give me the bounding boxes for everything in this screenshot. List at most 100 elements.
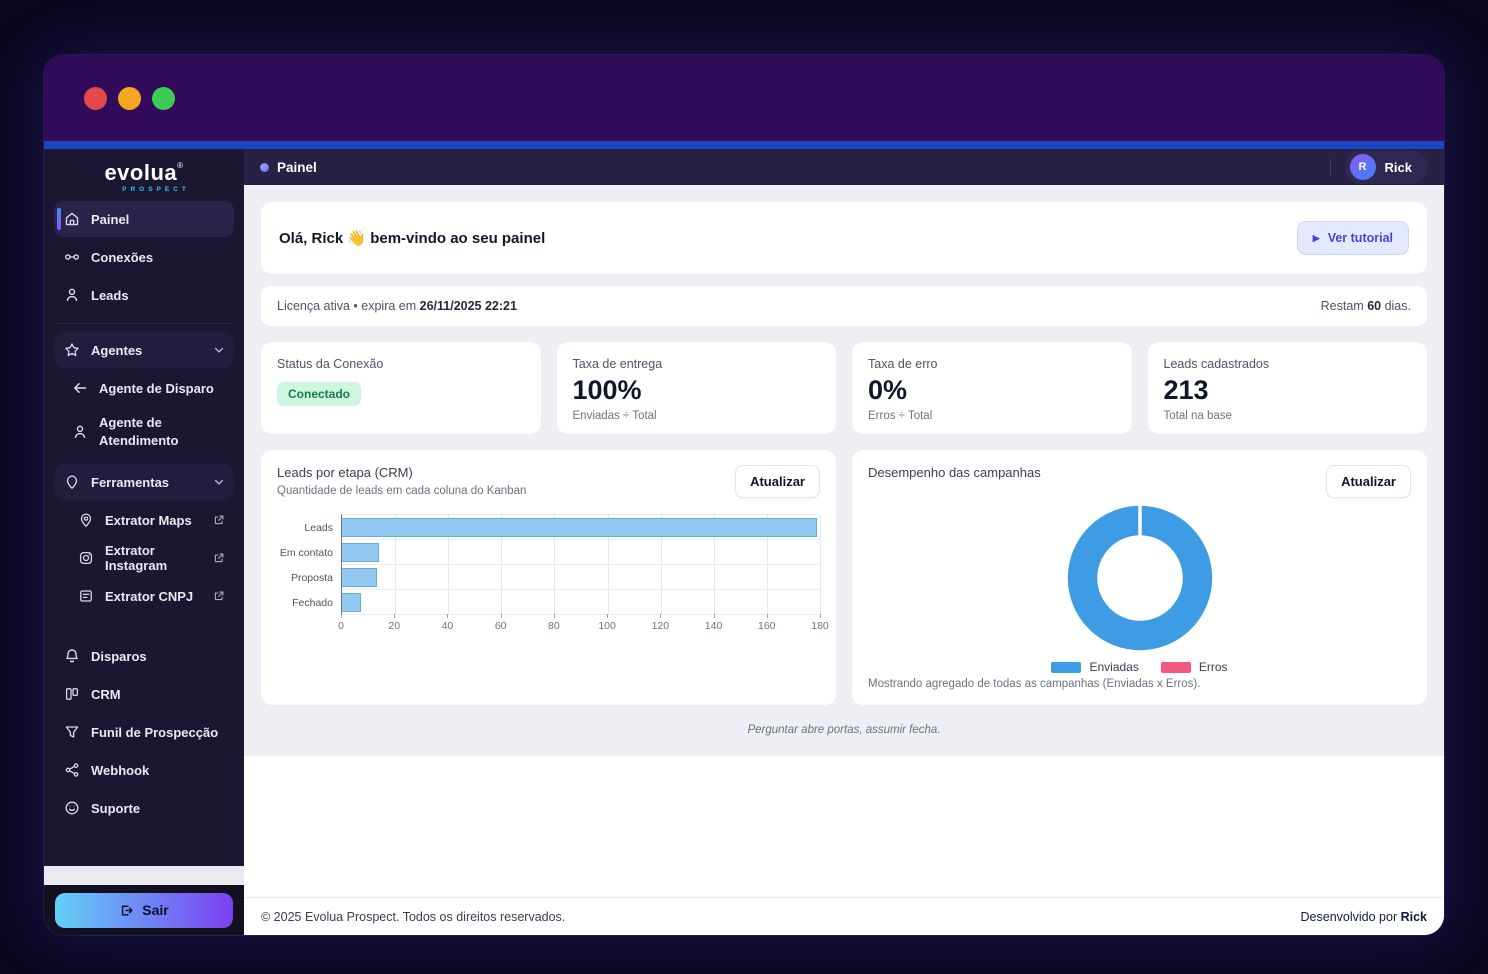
stat-label: Status da Conexão	[277, 357, 384, 371]
tutorial-button-label: Ver tutorial	[1327, 231, 1393, 245]
bar-fechado	[342, 592, 361, 612]
sidebar-item-funil-de-prospeccao[interactable]: Funil de Prospecção	[54, 714, 234, 750]
window-minimize-button[interactable]	[118, 86, 141, 110]
bar-category-label: Proposta	[290, 571, 333, 584]
tick-mark	[447, 614, 449, 618]
welcome-title: Olá, Rick 👋 bem-vindo ao seu painel	[279, 230, 546, 247]
sidebar-item-label: Webhook	[91, 762, 150, 778]
stat-subtext: Erros ÷ Total	[868, 409, 933, 422]
donut-chart-refresh-button[interactable]: Atualizar	[1326, 465, 1411, 498]
external-link-icon	[213, 514, 225, 526]
sidebar-item-crm[interactable]: CRM	[54, 676, 234, 712]
bar-chart-title: Leads por etapa (CRM)	[277, 465, 413, 480]
share-icon	[63, 762, 80, 779]
bar-row	[342, 540, 820, 565]
window-close-button[interactable]	[84, 86, 107, 110]
bar-chart-refresh-button[interactable]: Atualizar	[735, 465, 820, 498]
sidebar-item-label: Painel	[91, 211, 130, 227]
sidebar-item-suporte[interactable]: Suporte	[54, 790, 234, 826]
play-icon: ▶	[1312, 232, 1320, 243]
stat-value: 213	[1163, 375, 1209, 405]
sidebar-item-leads[interactable]: Leads	[54, 277, 234, 313]
copyright-text: © 2025 Evolua Prospect. Todos os direito…	[261, 909, 566, 924]
donut-svg	[1067, 502, 1212, 651]
developer-credit: Desenvolvido por Rick	[1301, 910, 1427, 924]
status-dot-icon	[260, 162, 269, 172]
days-suffix: dias.	[1381, 299, 1411, 313]
active-indicator	[57, 208, 61, 230]
bar-chart-header: Leads por etapa (CRM) Quantidade de lead…	[277, 465, 526, 497]
axis-tick-label: 80	[548, 620, 560, 632]
bar-category-label: Em contato	[279, 546, 333, 559]
logo-word: evolua	[104, 160, 178, 185]
axis-tick-label: 160	[758, 620, 776, 632]
sidebar-item-label: Extrator CNPJ	[105, 588, 194, 604]
bar-row	[342, 590, 820, 615]
tick-mark	[607, 614, 609, 618]
sidebar-item-label: Funil de Prospecção	[91, 724, 219, 740]
tick-mark	[713, 614, 715, 618]
tick-mark	[341, 614, 342, 618]
external-link-icon	[213, 590, 225, 602]
document-icon	[77, 588, 94, 605]
dashboard-content: Olá, Rick 👋 bem-vindo ao seu painel ▶ Ve…	[244, 185, 1444, 756]
bar-chart-labels: Leads Em contato Proposta Fechado	[277, 514, 341, 634]
axis-tick-label: 0	[338, 620, 344, 632]
sidebar-item-label: Agente de Disparo	[99, 380, 214, 396]
motivational-quote: Perguntar abre portas, assumir fecha.	[747, 724, 941, 736]
pin-icon	[63, 474, 80, 491]
axis-tick-label: 60	[494, 620, 507, 632]
days-prefix: Restam	[1320, 299, 1368, 313]
page-title: Painel	[277, 159, 317, 175]
sidebar-item-disparos[interactable]: Disparos	[54, 638, 234, 674]
axis-tick-label: 120	[651, 620, 670, 632]
home-icon	[63, 211, 80, 228]
sidebar-item-webhook[interactable]: Webhook	[54, 752, 234, 788]
sidebar-item-extrator-cnpj[interactable]: Extrator CNPJ	[68, 578, 234, 614]
stats-row: Status da Conexão Conectado Taxa de entr…	[260, 341, 1428, 435]
legend-label: Erros	[1198, 660, 1228, 674]
sidebar-group-agentes[interactable]: Agentes	[54, 332, 234, 368]
gridline	[820, 515, 821, 614]
footer: © 2025 Evolua Prospect. Todos os direito…	[244, 897, 1444, 935]
bar-row	[342, 515, 820, 540]
sidebar-item-agente-de-atendimento[interactable]: Agente de Atendimento	[62, 408, 234, 456]
avatar: R	[1349, 154, 1376, 180]
stat-card-leads-count: Leads cadastrados 213 Total na base	[1146, 341, 1428, 435]
sidebar-group-ferramentas[interactable]: Ferramentas	[54, 464, 234, 501]
donut-chart	[868, 502, 1411, 654]
bar-proposta	[342, 567, 377, 587]
stat-label: Leads cadastrados	[1163, 357, 1270, 371]
user-menu[interactable]: R Rick	[1344, 150, 1428, 184]
donut-chart-card: Desempenho das campanhas Atualizar Envia…	[851, 449, 1428, 706]
legend-label: Enviadas	[1089, 660, 1139, 674]
logout-button[interactable]: Sair	[55, 892, 233, 928]
sidebar-item-label: Agentes	[91, 342, 143, 358]
license-days-remaining: Restam 60 dias.	[1321, 299, 1411, 313]
status-badge: Conectado	[277, 382, 362, 406]
sidebar-divider	[58, 323, 230, 324]
stat-card-connection: Status da Conexão Conectado	[260, 341, 542, 435]
map-pin-icon	[77, 512, 94, 529]
tutorial-button[interactable]: ▶ Ver tutorial	[1296, 221, 1409, 255]
sidebar-item-agente-de-disparo[interactable]: Agente de Disparo	[62, 370, 234, 406]
window-maximize-button[interactable]	[152, 86, 175, 110]
legend-swatch-enviadas	[1051, 661, 1082, 673]
link-icon	[63, 249, 80, 266]
sidebar-item-conexoes[interactable]: Conexões	[54, 239, 234, 275]
logout-icon	[119, 903, 134, 918]
legend-swatch-erros	[1160, 661, 1191, 673]
sidebar-item-painel[interactable]: Painel	[54, 201, 234, 237]
bar-chart-card: Leads por etapa (CRM) Quantidade de lead…	[260, 449, 837, 706]
stat-subtext: Enviadas ÷ Total	[572, 409, 657, 422]
sidebar-item-label: Extrator Instagram	[105, 543, 168, 574]
sidebar-footer: Sair	[44, 885, 244, 935]
top-bar: Painel R Rick	[244, 149, 1444, 185]
sidebar-item-extrator-instagram[interactable]: Extrator Instagram	[68, 540, 234, 576]
sidebar-item-extrator-maps[interactable]: Extrator Maps	[68, 502, 234, 538]
sidebar-item-label: Disparos	[91, 648, 147, 664]
tick-mark	[766, 614, 768, 618]
logo-text: evolua®	[54, 162, 234, 184]
logo: evolua® PROSPECT	[54, 149, 234, 199]
